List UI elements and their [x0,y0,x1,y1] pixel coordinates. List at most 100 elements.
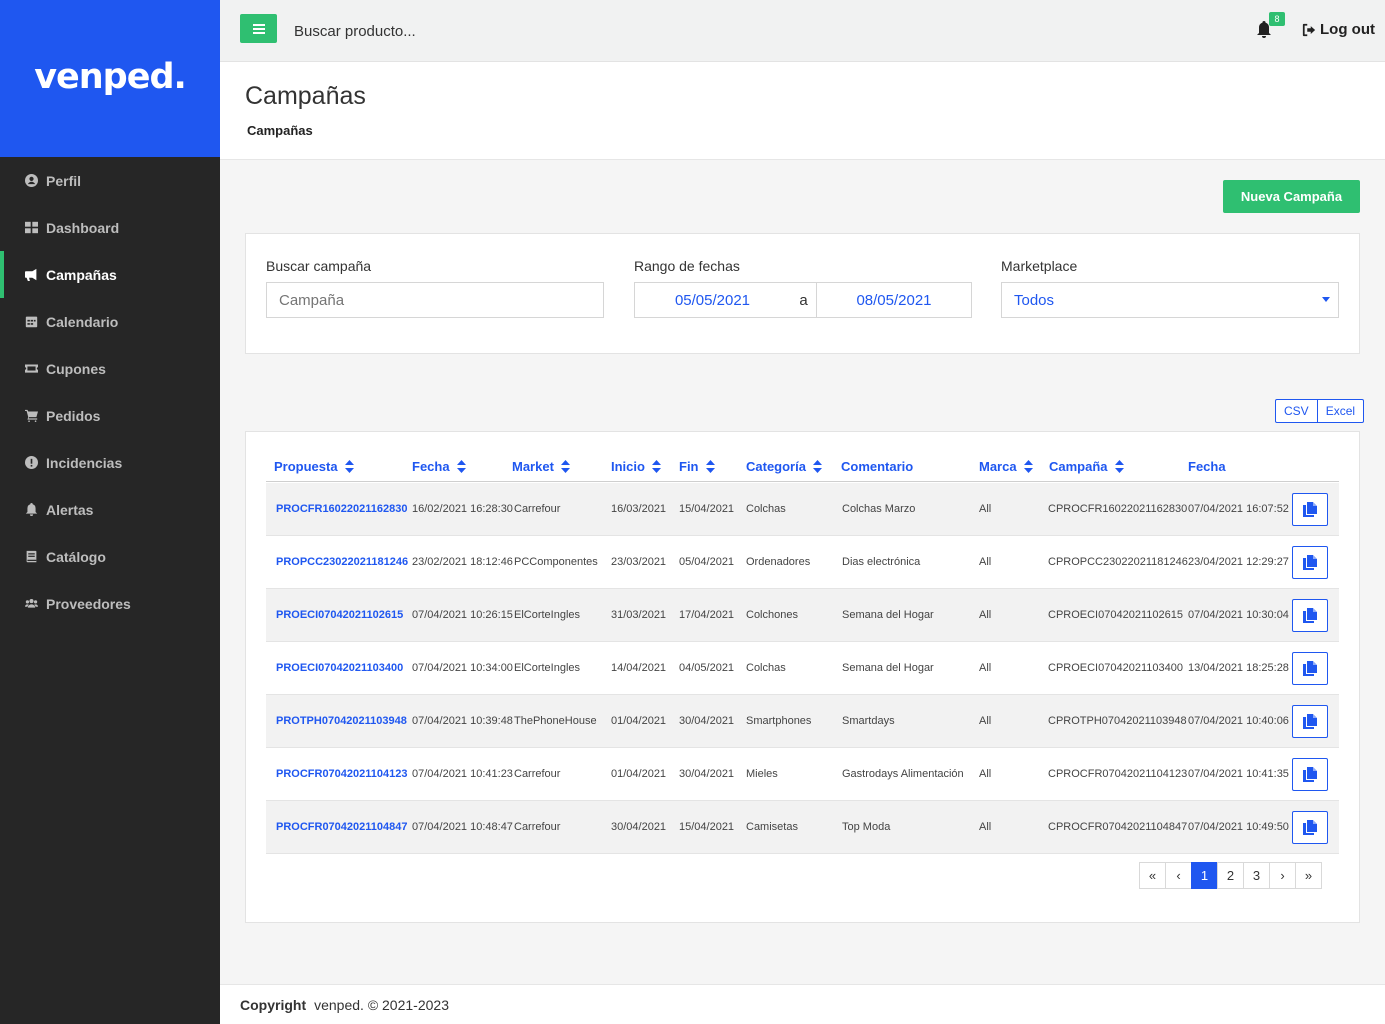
pagination-page-2[interactable]: 2 [1217,862,1244,889]
column-header-fecha[interactable]: Fecha [412,459,466,474]
brand-logo[interactable]: venped. [0,0,220,157]
pagination: « ‹ 1 2 3 › » [1139,862,1322,889]
duplicate-campaign-button[interactable] [1292,493,1328,526]
column-header-label: Fin [679,459,699,474]
column-header-label: Market [512,459,554,474]
sort-icon[interactable] [456,460,466,473]
cell-fecha: 23/02/2021 18:12:46 [412,556,513,568]
hamburger-icon [252,23,265,34]
product-search-input[interactable] [294,18,594,44]
logout-button[interactable]: Log out [1302,21,1375,38]
sort-icon[interactable] [705,460,715,473]
page-header: Campañas Campañas [220,62,1385,160]
sidebar-item-cupones[interactable]: Cupones [0,345,220,392]
sidebar-item-calendario[interactable]: Calendario [0,298,220,345]
marketplace-label: Marketplace [1001,258,1078,274]
cell-fecha-mod: 07/04/2021 10:49:50 [1188,821,1289,833]
duplicate-campaign-button[interactable] [1292,546,1328,579]
sidebar-item-dashboard[interactable]: Dashboard [0,204,220,251]
table-row: PROCFR16022021162830 16/02/2021 16:28:30 C… [266,483,1339,536]
new-campaign-button[interactable]: Nueva Campaña [1223,180,1360,213]
cell-fecha: 07/04/2021 10:34:00 [412,662,513,674]
cell-propuesta[interactable]: PROCFR07042021104847 [276,801,407,854]
sidebar-item-campanas[interactable]: Campañas [0,251,220,298]
cell-market: Carrefour [514,768,561,780]
cell-categoria: Colchas [746,662,786,674]
column-header-label: Fecha [412,459,450,474]
export-excel-button[interactable]: Excel [1317,399,1365,423]
book-icon [25,550,38,563]
cell-campana: CPROTPH07042021103948 [1048,715,1187,727]
page-title: Campañas [245,82,366,110]
copy-icon [1303,820,1317,835]
column-header-market[interactable]: Market [512,459,570,474]
sort-icon[interactable] [560,460,570,473]
sidebar-item-pedidos[interactable]: Pedidos [0,392,220,439]
duplicate-campaign-button[interactable] [1292,599,1328,632]
cell-propuesta[interactable]: PROTPH07042021103948 [276,695,407,748]
date-to-input[interactable]: 08/05/2021 [816,282,972,318]
sidebar-item-perfil[interactable]: Perfil [0,157,220,204]
sidebar-item-incidencias[interactable]: Incidencias [0,439,220,486]
column-header-comentario[interactable]: Comentario [841,459,913,474]
pagination-first-button[interactable]: « [1139,862,1166,889]
column-header-label: Marca [979,459,1017,474]
column-header-fin[interactable]: Fin [679,459,715,474]
export-csv-button[interactable]: CSV [1275,399,1318,423]
copyright-label: Copyright [240,996,307,1013]
filter-panel: Buscar campaña Rango de fechas 05/05/202… [245,233,1360,354]
sort-icon[interactable] [1023,460,1033,473]
campaign-search-input[interactable] [266,282,604,318]
menu-toggle-button[interactable] [240,14,277,43]
cell-inicio: 14/04/2021 [611,662,667,674]
cell-categoria: Smartphones [746,715,812,727]
pagination-page-3[interactable]: 3 [1243,862,1270,889]
cell-propuesta[interactable]: PROPCC23022021181246 [276,536,408,589]
duplicate-campaign-button[interactable] [1292,705,1328,738]
pagination-page-1[interactable]: 1 [1191,862,1218,889]
sidebar-item-proveedores[interactable]: Proveedores [0,580,220,627]
bell-icon [25,503,38,516]
sort-icon[interactable] [344,460,354,473]
cell-fecha: 07/04/2021 10:48:47 [412,821,513,833]
marketplace-selected-value: Todos [1014,291,1055,309]
cell-propuesta[interactable]: PROCFR07042021104123 [276,748,407,801]
duplicate-campaign-button[interactable] [1292,652,1328,685]
sidebar-nav: Perfil Dashboard Campañas Calendario Cup… [0,157,220,627]
column-header-propuesta[interactable]: Propuesta [274,459,354,474]
copyright-text: venped. © 2021-2023 [314,996,449,1013]
column-header-fecha-mod[interactable]: Fecha [1188,459,1226,474]
cell-campana: CPROCFR07042021104123 [1048,768,1188,780]
sort-icon[interactable] [651,460,661,473]
column-header-categoria[interactable]: Categoría [746,459,822,474]
cell-market: ElCorteIngles [514,662,581,674]
users-icon [25,597,38,610]
cell-propuesta[interactable]: PROECI07042021102615 [276,589,403,642]
breadcrumb[interactable]: Campañas [247,123,313,138]
cell-categoria: Mieles [746,768,778,780]
sort-icon[interactable] [812,460,822,473]
sort-icon[interactable] [1114,460,1124,473]
date-range-label: Rango de fechas [634,258,740,274]
pagination-prev-button[interactable]: ‹ [1165,862,1192,889]
duplicate-campaign-button[interactable] [1292,758,1328,791]
column-header-marca[interactable]: Marca [979,459,1033,474]
cell-propuesta[interactable]: PROECI07042021103400 [276,642,403,695]
pagination-next-button[interactable]: › [1269,862,1296,889]
column-header-campana[interactable]: Campaña [1049,459,1124,474]
cell-fecha-mod: 13/04/2021 18:25:28 [1188,662,1289,674]
cell-comentario: Semana del Hogar [842,609,934,621]
cell-campana: CPROPCC23022021181246 [1048,556,1188,568]
cell-comentario: Top Moda [842,821,891,833]
pagination-last-button[interactable]: » [1295,862,1322,889]
sidebar-item-catalogo[interactable]: Catálogo [0,533,220,580]
cell-campana: CPROCFR07042021104847 [1048,821,1188,833]
marketplace-select[interactable]: Todos [1001,282,1339,318]
duplicate-campaign-button[interactable] [1292,811,1328,844]
date-from-input[interactable]: 05/05/2021 [634,282,791,318]
caret-down-icon [1322,297,1330,302]
sidebar-item-alertas[interactable]: Alertas [0,486,220,533]
sidebar-item-label: Campañas [46,266,117,283]
cell-propuesta[interactable]: PROCFR16022021162830 [276,483,407,536]
column-header-inicio[interactable]: Inicio [611,459,661,474]
